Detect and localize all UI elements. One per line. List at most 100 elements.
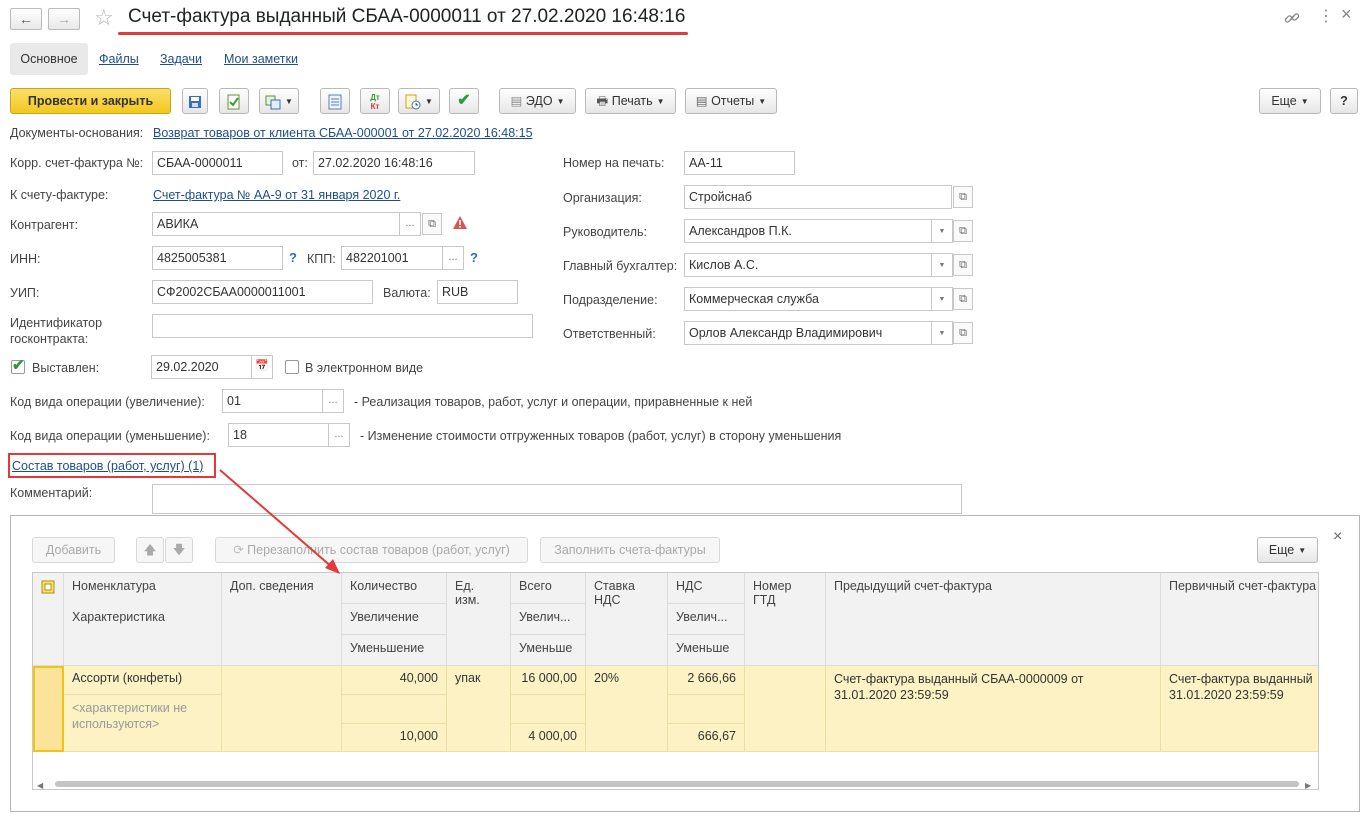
op-decrease-field[interactable]: 18 <box>228 423 329 447</box>
table-row-vat-increase[interactable]: 2 666,66 <box>668 666 745 695</box>
responsible-field[interactable]: Орлов Александр Владимирович <box>684 321 932 345</box>
col-total-increase[interactable]: Увелич... <box>511 604 586 635</box>
check-button[interactable]: ✔ <box>449 88 479 114</box>
department-dropdown[interactable]: ▼ <box>931 287 953 311</box>
table-row-gtd-number[interactable] <box>745 666 826 752</box>
table-row-total-increase[interactable]: 16 000,00 <box>511 666 586 695</box>
department-field[interactable]: Коммерческая служба <box>684 287 932 311</box>
fill-invoices-button[interactable]: Заполнить счета-фактуры <box>540 537 720 563</box>
tab-tasks[interactable]: Задачи <box>160 43 202 75</box>
col-quantity[interactable]: Количество <box>342 573 447 604</box>
col-vat-increase[interactable]: Увелич... <box>668 604 745 635</box>
refill-goods-button[interactable]: ⟳ Перезаполнить состав товаров (работ, у… <box>215 537 528 563</box>
inn-field[interactable]: 4825005381 <box>152 246 283 270</box>
table-row-vat-rate[interactable]: 20% <box>586 666 668 752</box>
link-icon[interactable] <box>1283 9 1301 27</box>
open-accountant-button[interactable]: ⧉ <box>953 254 973 276</box>
table-row-nomenclature[interactable]: Ассорти (конфеты) <box>64 666 222 695</box>
save-button[interactable] <box>182 88 208 114</box>
scroll-left-icon[interactable]: ◀ <box>37 781 43 789</box>
electronic-checkbox[interactable] <box>285 360 299 374</box>
inn-help-icon[interactable]: ? <box>289 250 297 265</box>
help-button[interactable]: ? <box>1330 88 1358 114</box>
col-quantity-increase[interactable]: Увеличение <box>342 604 447 635</box>
more-vertical-icon[interactable]: ⋮ <box>1318 6 1334 26</box>
attachments-button[interactable]: ▼ <box>398 88 440 114</box>
select-counterparty-button[interactable]: ... <box>399 212 421 236</box>
select-kpp-button[interactable]: ... <box>442 246 464 270</box>
open-head-button[interactable]: ⧉ <box>953 220 973 242</box>
row-selector[interactable] <box>33 666 64 752</box>
open-counterparty-button[interactable]: ⧉ <box>422 213 442 235</box>
head-field[interactable]: Александров П.К. <box>684 219 932 243</box>
move-up-button[interactable]: 🡅 <box>136 537 164 563</box>
dt-kt-button[interactable]: Дт Кт <box>360 88 390 114</box>
issued-checkbox[interactable]: ✔ <box>11 357 25 374</box>
post-button[interactable] <box>219 88 249 114</box>
col-vat-decrease[interactable]: Уменьше <box>668 635 745 666</box>
op-increase-field[interactable]: 01 <box>222 389 323 413</box>
goods-composition-link[interactable]: Состав товаров (работ, услуг) (1) <box>12 459 203 473</box>
more-button[interactable]: Еще ▼ <box>1259 88 1321 114</box>
col-total-decrease[interactable]: Уменьше <box>511 635 586 666</box>
to-invoice-link[interactable]: Счет-фактура № АА-9 от 31 января 2020 г. <box>153 188 400 202</box>
move-down-button[interactable]: 🡇 <box>165 537 193 563</box>
back-button[interactable]: ← <box>10 8 42 30</box>
col-primary-invoice[interactable]: Первичный счет-фактура <box>1161 573 1318 666</box>
panel-close-icon[interactable]: × <box>1333 528 1342 546</box>
col-total[interactable]: Всего <box>511 573 586 604</box>
col-vat-rate[interactable]: Ставка НДС <box>586 573 668 666</box>
create-based-on-button[interactable]: ▼ <box>259 88 299 114</box>
corr-invoice-number-field[interactable]: СБАА-0000011 <box>152 151 283 175</box>
counterparty-field[interactable]: АВИКА <box>152 212 400 236</box>
table-row-previous-invoice[interactable]: Счет-фактура выданный СБАА-0000009 от 31… <box>826 666 1161 752</box>
uip-field[interactable]: СФ2002СБАА0000011001 <box>152 280 373 304</box>
reports-button[interactable]: ▤ Отчеты ▼ <box>685 88 777 114</box>
forward-button[interactable]: → <box>48 8 80 30</box>
table-row-qty-decrease[interactable]: 10,000 <box>342 724 447 752</box>
add-button[interactable]: Добавить <box>32 537 115 563</box>
open-department-button[interactable]: ⧉ <box>953 288 973 310</box>
horizontal-scrollbar[interactable] <box>55 781 1299 787</box>
comment-field[interactable] <box>152 484 962 514</box>
tab-notes[interactable]: Мои заметки <box>224 43 298 75</box>
edo-button[interactable]: ▤ ЭДО ▼ <box>499 88 576 114</box>
table-row-total-decrease[interactable]: 4 000,00 <box>511 724 586 752</box>
basis-document-link[interactable]: Возврат товаров от клиента СБАА-000001 о… <box>153 126 533 140</box>
table-row-qty-increase[interactable]: 40,000 <box>342 666 447 695</box>
panel-more-button[interactable]: Еще ▼ <box>1257 537 1318 563</box>
print-button[interactable]: 🖶 Печать ▼ <box>585 88 676 114</box>
head-dropdown[interactable]: ▼ <box>931 219 953 243</box>
select-op-decrease-button[interactable]: ... <box>328 423 350 447</box>
issued-date-field[interactable]: 29.02.2020 <box>151 355 252 379</box>
print-number-field[interactable]: АА-11 <box>684 151 795 175</box>
tab-files[interactable]: Файлы <box>99 43 139 75</box>
kpp-help-icon[interactable]: ? <box>470 250 478 265</box>
contract-id-field[interactable] <box>152 314 533 338</box>
chief-accountant-dropdown[interactable]: ▼ <box>931 253 953 277</box>
col-extra-info[interactable]: Доп. сведения <box>222 573 342 666</box>
table-row-vat-decrease[interactable]: 666,67 <box>668 724 745 752</box>
close-icon[interactable]: × <box>1341 4 1352 25</box>
table-row-characteristic[interactable]: <характеристики не используются> <box>64 695 222 752</box>
col-quantity-decrease[interactable]: Уменьшение <box>342 635 447 666</box>
col-characteristic[interactable]: Характеристика <box>64 604 222 666</box>
post-and-close-button[interactable]: Провести и закрыть <box>10 88 171 114</box>
tab-main[interactable]: Основное <box>10 43 88 75</box>
star-icon[interactable]: ☆ <box>94 5 114 31</box>
scroll-right-icon[interactable]: ▶ <box>1305 781 1311 789</box>
chief-accountant-field[interactable]: Кислов А.С. <box>684 253 932 277</box>
open-organization-button[interactable]: ⧉ <box>953 186 973 208</box>
journal-button[interactable] <box>320 88 350 114</box>
table-row-unit[interactable]: упак <box>447 666 511 752</box>
select-op-increase-button[interactable]: ... <box>322 389 344 413</box>
col-previous-invoice[interactable]: Предыдущий счет-фактура <box>826 573 1161 666</box>
currency-field[interactable]: RUB <box>437 280 518 304</box>
corr-invoice-date-field[interactable]: 27.02.2020 16:48:16 <box>313 151 475 175</box>
col-vat[interactable]: НДС <box>668 573 745 604</box>
table-row-extra-info[interactable] <box>222 666 342 752</box>
col-unit[interactable]: Ед. изм. <box>447 573 511 666</box>
col-nomenclature[interactable]: Номенклатура <box>64 573 222 604</box>
col-gtd-number[interactable]: Номер ГТД <box>745 573 826 666</box>
organization-field[interactable]: Стройснаб <box>684 185 952 209</box>
